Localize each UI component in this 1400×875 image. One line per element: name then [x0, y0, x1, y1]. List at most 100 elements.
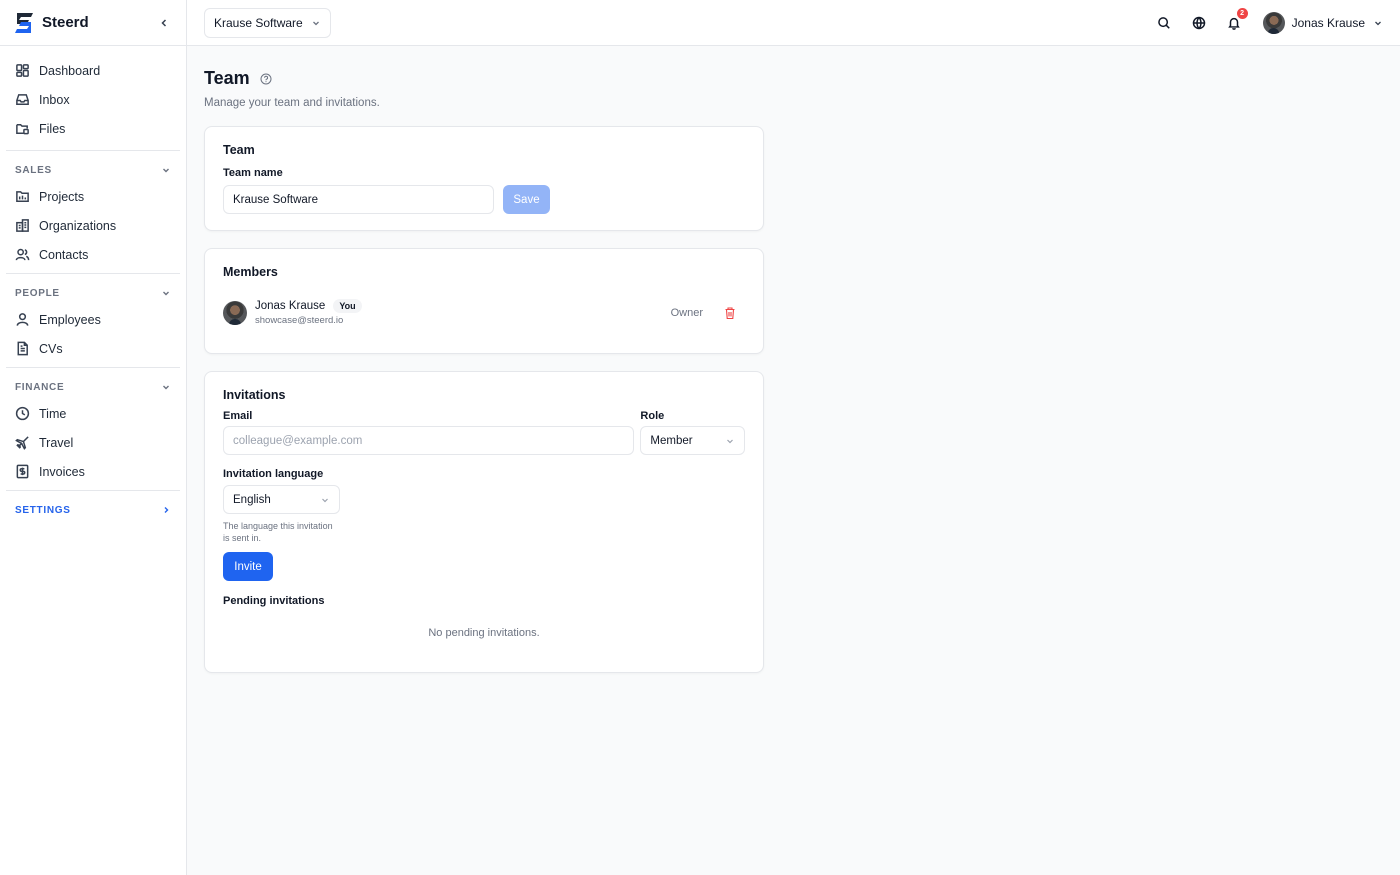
- sidebar-item-label: Time: [39, 406, 67, 421]
- collapse-sidebar-icon[interactable]: [154, 13, 174, 33]
- sidebar-item-organizations[interactable]: Organizations: [6, 211, 180, 240]
- sidebar-item-label: Inbox: [39, 92, 70, 107]
- sidebar: Steerd Dashboard Inbox Files SALES Proje…: [0, 0, 187, 875]
- sidebar-item-dashboard[interactable]: Dashboard: [6, 56, 180, 85]
- save-button[interactable]: Save: [503, 185, 550, 214]
- sidebar-nav: Dashboard Inbox Files SALES Projects Org…: [0, 46, 186, 522]
- sidebar-item-label: Employees: [39, 312, 101, 327]
- chevron-down-icon: [163, 291, 169, 296]
- employees-icon: [16, 313, 29, 326]
- brand-name: Steerd: [42, 14, 89, 31]
- page-title: Team: [204, 68, 250, 88]
- email-label: Email: [223, 410, 253, 422]
- brand-header: Steerd: [0, 0, 186, 46]
- member-email: showcase@steerd.io: [255, 315, 344, 326]
- sidebar-item-files[interactable]: Files: [6, 114, 180, 143]
- contacts-icon: [15, 248, 30, 261]
- role-label: Role: [640, 410, 665, 422]
- section-finance[interactable]: FINANCE: [6, 375, 180, 399]
- team-card: Team Team name Krause Software Save: [204, 126, 764, 231]
- member-row: Jonas Krause You showcase@steerd.io Owne…: [223, 299, 745, 326]
- empty-state: No pending invitations.: [428, 627, 540, 639]
- sidebar-divider: [6, 490, 180, 491]
- member-name: Jonas Krause: [255, 300, 326, 312]
- chevron-down-icon: [727, 439, 733, 443]
- sidebar-divider: [6, 273, 180, 274]
- role-field-group: Role Member: [640, 410, 745, 455]
- trash-icon[interactable]: [723, 306, 737, 320]
- section-sales[interactable]: SALES: [6, 158, 180, 182]
- sidebar-item-time[interactable]: Time: [6, 399, 180, 428]
- page-header: Team: [204, 68, 764, 89]
- language-button[interactable]: [1188, 12, 1210, 34]
- section-settings[interactable]: SETTINGS: [6, 498, 180, 522]
- card-title: Team: [223, 143, 255, 157]
- sidebar-item-label: Contacts: [39, 247, 89, 262]
- dashboard-icon: [16, 64, 29, 77]
- help-icon[interactable]: [260, 73, 272, 85]
- search-button[interactable]: [1153, 12, 1175, 34]
- user-menu[interactable]: Jonas Krause: [1262, 11, 1383, 34]
- language-label: Invitation language: [223, 468, 324, 480]
- user-name: Jonas Krause: [1291, 15, 1365, 30]
- sidebar-item-inbox[interactable]: Inbox: [6, 85, 180, 114]
- member-info: Jonas Krause You showcase@steerd.io: [255, 299, 362, 326]
- page-subtitle: Manage your team and invitations.: [204, 97, 380, 109]
- search-icon: [1157, 16, 1170, 29]
- chevron-down-icon: [1375, 21, 1381, 25]
- chevron-down-icon: [312, 21, 319, 25]
- invoice-icon: [16, 464, 29, 479]
- card-title: Invitations: [223, 388, 286, 402]
- sidebar-item-label: Dashboard: [39, 63, 101, 78]
- sidebar-item-cvs[interactable]: CVs: [6, 334, 180, 363]
- section-label: FINANCE: [15, 381, 65, 393]
- notifications-button[interactable]: 2: [1223, 7, 1248, 34]
- sidebar-item-label: Invoices: [39, 464, 85, 479]
- sidebar-divider: [6, 150, 180, 151]
- organizations-icon: [16, 219, 29, 232]
- clock-icon: [15, 406, 30, 421]
- organization-switcher[interactable]: Krause Software: [204, 7, 331, 38]
- cvs-icon: [17, 341, 28, 356]
- chevron-down-icon: [322, 498, 328, 502]
- sidebar-item-invoices[interactable]: Invoices: [6, 457, 180, 486]
- email-input[interactable]: colleague@example.com: [223, 426, 635, 455]
- section-label: SALES: [15, 164, 52, 176]
- language-value: English: [233, 493, 271, 506]
- sidebar-divider: [6, 367, 180, 368]
- role-value: Member: [650, 434, 693, 447]
- organization-name: Krause Software: [214, 15, 303, 30]
- plane-icon: [15, 436, 29, 450]
- section-label: PEOPLE: [15, 287, 60, 299]
- invitations-card: Invitations Email colleague@example.com …: [204, 371, 764, 673]
- chevron-down-icon: [163, 385, 169, 390]
- chevron-down-icon: [163, 168, 169, 173]
- chevron-right-icon: [164, 507, 169, 513]
- language-hint: The language this invitation is sent in.: [223, 521, 333, 543]
- email-field-group: Email colleague@example.com: [223, 410, 635, 455]
- sidebar-item-employees[interactable]: Employees: [6, 305, 180, 334]
- avatar: [223, 300, 247, 325]
- notification-count-badge: 2: [1236, 7, 1248, 19]
- team-name-input[interactable]: Krause Software: [223, 185, 494, 214]
- globe-icon: [1192, 16, 1205, 29]
- team-name-row: Krause Software Save: [223, 185, 745, 214]
- invite-button[interactable]: Invite: [223, 552, 273, 581]
- team-name-label: Team name: [223, 167, 283, 179]
- steerd-logo-icon[interactable]: [12, 11, 36, 35]
- sidebar-item-contacts[interactable]: Contacts: [6, 240, 180, 269]
- projects-icon: [16, 191, 29, 202]
- avatar: [1262, 11, 1285, 34]
- sidebar-item-travel[interactable]: Travel: [6, 428, 180, 457]
- member-name-line: Jonas Krause You: [255, 299, 362, 313]
- invite-fields: Email colleague@example.com Role Member: [223, 410, 745, 455]
- language-select[interactable]: English: [223, 485, 340, 514]
- section-people[interactable]: PEOPLE: [6, 281, 180, 305]
- topbar-actions: 2 Jonas Krause: [1140, 7, 1383, 34]
- main-content: Team Manage your team and invitations. T…: [204, 46, 764, 673]
- you-badge: You: [333, 299, 362, 313]
- sidebar-item-projects[interactable]: Projects: [6, 182, 180, 211]
- section-label: SETTINGS: [15, 504, 71, 516]
- sidebar-item-label: CVs: [39, 341, 63, 356]
- role-select[interactable]: Member: [640, 426, 745, 455]
